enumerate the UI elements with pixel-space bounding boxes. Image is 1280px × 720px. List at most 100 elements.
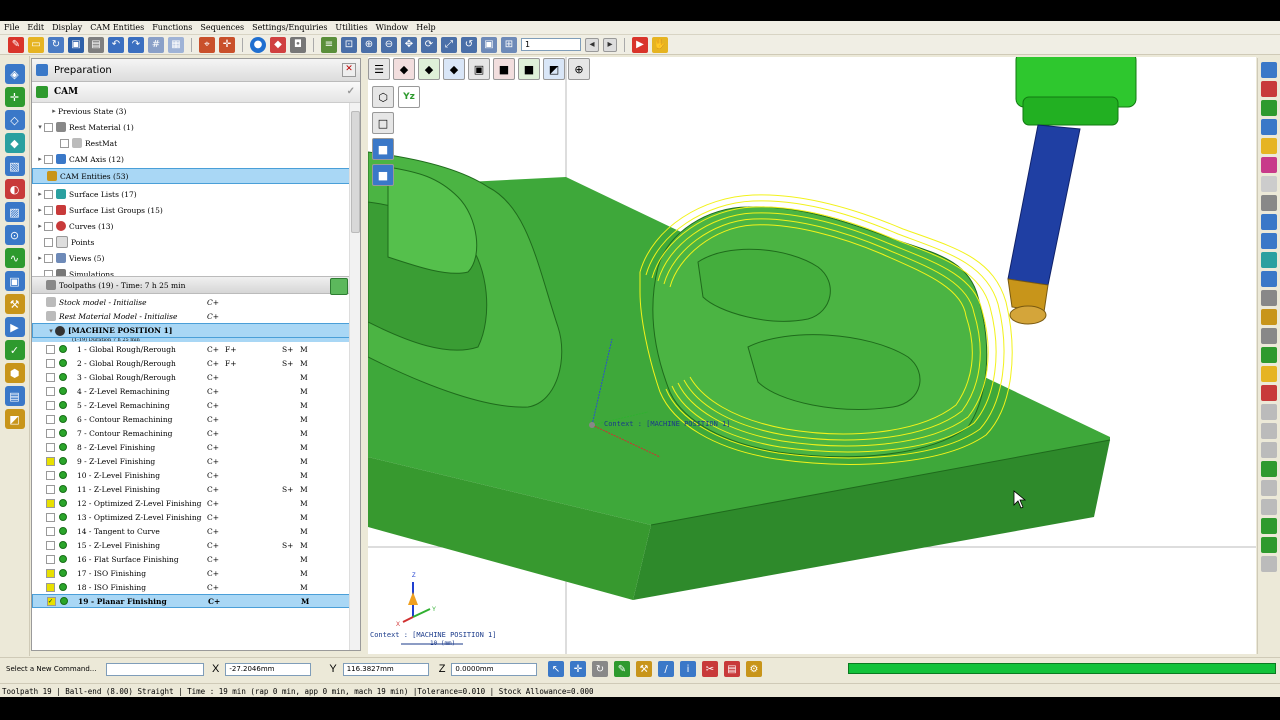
tool-post-icon[interactable]: ⬢: [4, 363, 25, 383]
toolpath-checkbox[interactable]: [46, 456, 55, 466]
rt-view-icon[interactable]: [1261, 62, 1277, 78]
zoom-out-icon[interactable]: ⊖: [381, 36, 397, 53]
refresh-icon[interactable]: ↺: [461, 36, 477, 53]
toolpath-checkbox[interactable]: [46, 498, 55, 508]
toolpath-row[interactable]: 4 - Z-Level Remachining C+ M: [32, 384, 350, 398]
toolpath-row[interactable]: 11 - Z-Level Finishing C+ S+ M: [32, 482, 350, 496]
rt-tool-icon[interactable]: [1261, 214, 1277, 230]
tree-item[interactable]: ▸ Surface List Groups (15): [32, 202, 350, 218]
toolpath-row[interactable]: 1 - Global Rough/Rerough C+ F+ S+ M: [32, 342, 350, 356]
rt-holder-icon[interactable]: [1261, 233, 1277, 249]
rt-rapid-icon[interactable]: [1261, 366, 1277, 382]
toolpath-row[interactable]: 3 - Global Rough/Rerough C+ M: [32, 370, 350, 384]
toolpath-checkbox[interactable]: [46, 526, 55, 536]
expand-icon[interactable]: ▸: [36, 222, 44, 230]
menu-sequences[interactable]: Sequences: [196, 23, 248, 32]
rt-misc-icon[interactable]: [1261, 556, 1277, 572]
toolpath-row[interactable]: 5 - Z-Level Remachining C+ M: [32, 398, 350, 412]
toolpath-row[interactable]: 17 - ISO Finishing C+ M: [32, 566, 350, 580]
rt-measure-icon[interactable]: [1261, 271, 1277, 287]
combo-next-button[interactable]: ▸: [603, 37, 617, 52]
toolpath-checkbox[interactable]: [46, 414, 55, 424]
rt-split-icon[interactable]: [1261, 537, 1277, 553]
expand-icon[interactable]: ▸: [36, 190, 44, 198]
toolpath-row[interactable]: 9 - Z-Level Finishing C+ M: [32, 454, 350, 468]
y-input[interactable]: 116.3827mm: [342, 662, 429, 676]
undo-icon[interactable]: ↶: [108, 36, 124, 53]
visibility-checkbox[interactable]: [44, 122, 53, 132]
toolpath-row[interactable]: 6 - Contour Remachining C+ M: [32, 412, 350, 426]
tree-item[interactable]: ▸ Previous State (3): [32, 103, 350, 119]
tool-view-icon[interactable]: ▣: [4, 271, 25, 291]
menu-window[interactable]: Window: [372, 23, 413, 32]
view-green-icon[interactable]: ◆: [418, 58, 440, 80]
rt-step-icon[interactable]: [1261, 252, 1277, 268]
pan-icon[interactable]: ✥: [401, 36, 417, 53]
toolpath-checkbox[interactable]: [46, 582, 55, 592]
check-icon[interactable]: ✓: [347, 86, 355, 97]
slash-icon[interactable]: /: [658, 661, 674, 677]
rt-drill-icon[interactable]: [1261, 309, 1277, 325]
rt-feed-icon[interactable]: [1261, 290, 1277, 306]
rotate-cursor-icon[interactable]: ↻: [592, 661, 608, 677]
toolpath-checkbox[interactable]: [46, 512, 55, 522]
toolpath-checkbox[interactable]: [46, 358, 55, 368]
menu-file[interactable]: File: [0, 23, 23, 32]
visibility-checkbox[interactable]: [44, 221, 53, 231]
rt-green-cube-icon[interactable]: [1261, 100, 1277, 116]
menu-edit[interactable]: Edit: [23, 23, 48, 32]
tool-nc-icon[interactable]: ▤: [4, 386, 25, 406]
expand-icon[interactable]: ▸: [36, 206, 44, 214]
menu-settings[interactable]: Settings/Enquiries: [248, 23, 331, 32]
rt-ring-icon[interactable]: [1261, 195, 1277, 211]
toolpaths-header[interactable]: Toolpaths (19) - Time: 7 h 25 min: [32, 276, 350, 295]
info-icon[interactable]: i: [680, 661, 696, 677]
shade-icon[interactable]: ●: [250, 36, 266, 53]
toolpath-checkbox[interactable]: [46, 442, 55, 452]
rt-limit-icon[interactable]: [1261, 385, 1277, 401]
toolpath-checkbox[interactable]: [46, 428, 55, 438]
tree-item[interactable]: ▾ Rest Material (1): [32, 119, 350, 135]
menu-functions[interactable]: Functions: [148, 23, 196, 32]
snap-icon[interactable]: ⌖: [199, 36, 215, 53]
tool-axis-icon[interactable]: ✛: [4, 87, 25, 107]
rt-merge-icon[interactable]: [1261, 518, 1277, 534]
zoom-box-icon[interactable]: ⊡: [341, 36, 357, 53]
menu-icon[interactable]: ☰: [368, 58, 390, 80]
toolpath-checkbox[interactable]: [46, 372, 55, 382]
tool-rough-icon[interactable]: ▧: [4, 156, 25, 176]
render-icon[interactable]: ◆: [270, 36, 286, 53]
visibility-checkbox[interactable]: [44, 205, 53, 215]
yz-axis-icon[interactable]: Yz: [398, 86, 420, 108]
cut-icon[interactable]: ✂: [702, 661, 718, 677]
rt-pink-cube-icon[interactable]: [1261, 157, 1277, 173]
toolpath-checkbox[interactable]: ✓: [47, 596, 56, 606]
tool-rest-icon[interactable]: ◐: [4, 179, 25, 199]
expand-icon[interactable]: ▸: [36, 254, 44, 262]
toolpath-row[interactable]: 13 - Optimized Z-Level Finishing C+ M: [32, 510, 350, 524]
tool-sim-icon[interactable]: ▶: [4, 317, 25, 337]
layers-icon[interactable]: ≡: [321, 36, 337, 53]
tool-curve-icon[interactable]: ∿: [4, 248, 25, 268]
toolpath-row[interactable]: 7 - Contour Remachining C+ M: [32, 426, 350, 440]
toolpath-row[interactable]: 18 - ISO Finishing C+ M: [32, 580, 350, 594]
tool-finish-icon[interactable]: ▨: [4, 202, 25, 222]
toolpath-row[interactable]: 8 - Z-Level Finishing C+ M: [32, 440, 350, 454]
save-icon[interactable]: ▣: [68, 36, 84, 53]
pin-icon[interactable]: ✋: [652, 36, 668, 53]
tree-item[interactable]: Points: [32, 234, 350, 250]
toolpath-checkbox[interactable]: [46, 540, 55, 550]
toolpath-row[interactable]: 16 - Flat Surface Finishing C+ M: [32, 552, 350, 566]
recent-icon[interactable]: ↻: [48, 36, 64, 53]
rt-edit-icon[interactable]: [1261, 480, 1277, 496]
view-iso-icon[interactable]: ◆: [443, 58, 465, 80]
toolpath-checkbox[interactable]: [46, 484, 55, 494]
view-side-icon[interactable]: ■: [518, 58, 540, 80]
redo-icon[interactable]: ↷: [128, 36, 144, 53]
toolpath-checkbox[interactable]: [46, 400, 55, 410]
x-input[interactable]: -27.2046mm: [225, 662, 312, 676]
toolpath-row[interactable]: 10 - Z-Level Finishing C+ M: [32, 468, 350, 482]
rt-point2-icon[interactable]: [1261, 423, 1277, 439]
tree-item[interactable]: ▸ Views (5): [32, 250, 350, 266]
rest-init-row[interactable]: Rest Material Model - Initialise C+: [32, 309, 350, 323]
